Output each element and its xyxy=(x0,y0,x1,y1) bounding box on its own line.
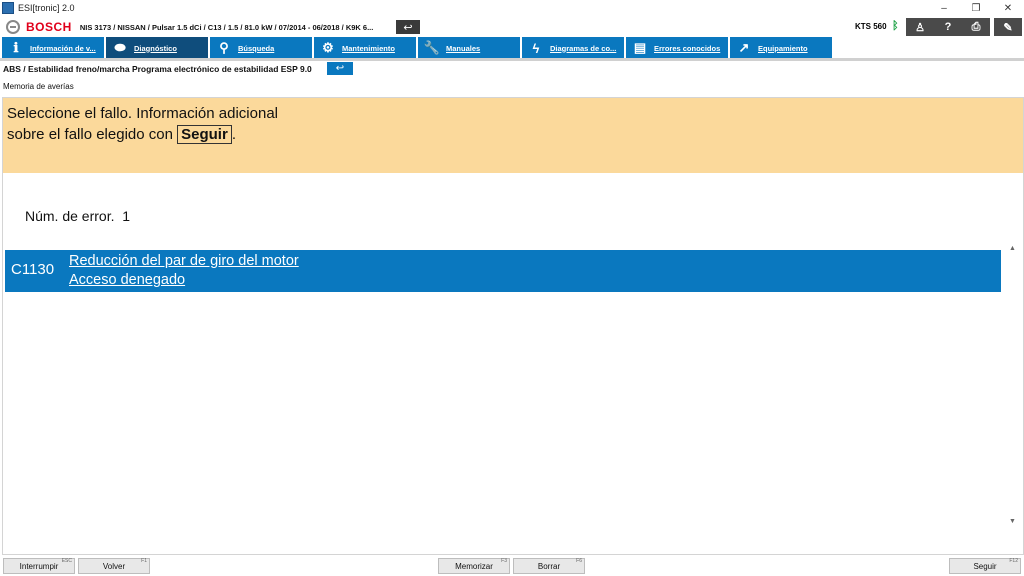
error-description: Reducción del par de giro del motor Acce… xyxy=(69,252,299,290)
breadcrumb-back-button[interactable]: ↩ xyxy=(327,62,353,75)
tab-label: Diagramas de co... xyxy=(550,43,617,53)
tab-wiring-diagrams[interactable]: ϟ Diagramas de co... xyxy=(522,37,624,59)
tab-search[interactable]: ⚲ Búsqueda xyxy=(210,37,312,59)
back-key: F1 xyxy=(141,558,147,564)
tab-label: Equipamiento xyxy=(758,43,808,53)
error-code: C1130 xyxy=(11,261,55,278)
back-label: Volver xyxy=(102,561,126,571)
instruction-line1: Seleccione el fallo. Información adicion… xyxy=(7,105,278,122)
tab-label: Errores conocidos xyxy=(654,43,721,53)
delete-button[interactable]: Borrar F6 xyxy=(513,558,585,574)
wrench-icon: 🔧 xyxy=(423,40,441,55)
book-icon: ▤ xyxy=(633,40,647,55)
save-button[interactable]: Memorizar F3 xyxy=(438,558,510,574)
tab-diagnosis[interactable]: ⬬ Diagnóstico xyxy=(106,37,208,59)
scroll-up-icon[interactable]: ▲ xyxy=(1009,245,1016,252)
tab-manuals[interactable]: 🔧 Manuales xyxy=(418,37,520,59)
gears-icon: ⚙ xyxy=(322,40,334,55)
error-count-label: Núm. de error. xyxy=(25,208,115,224)
tab-label: Diagnóstico xyxy=(134,43,177,53)
search-icon: ⚲ xyxy=(219,40,229,55)
tab-label: Búsqueda xyxy=(238,43,275,53)
error-text-line2[interactable]: Acceso denegado xyxy=(69,272,185,288)
save-key: F3 xyxy=(501,558,507,564)
bosch-armature-icon xyxy=(6,20,20,34)
continue-label: Seguir xyxy=(973,561,997,571)
restore-button[interactable]: ❐ xyxy=(960,0,992,16)
seguir-key-label: Seguir xyxy=(177,125,232,144)
tab-known-errors[interactable]: ▤ Errores conocidos xyxy=(626,37,728,59)
diagnosis-icon: ⬬ xyxy=(114,40,126,55)
breadcrumb: ABS / Estabilidad freno/marcha Programa … xyxy=(3,64,312,74)
error-row[interactable]: C1130 Reducción del par de giro del moto… xyxy=(5,250,1001,292)
continue-button[interactable]: Seguir F12 xyxy=(949,558,1021,574)
vehicle-back-button[interactable]: ↩ xyxy=(396,20,420,34)
bluetooth-icon: ᛒ xyxy=(892,20,899,32)
brand-name: BOSCH xyxy=(26,20,72,34)
main-nav: ℹ Información de v... ⬬ Diagnóstico ⚲ Bú… xyxy=(0,37,1024,59)
save-label: Memorizar xyxy=(455,561,493,571)
footer-bar: Interrumpir ESC Volver F1 Memorizar F3 B… xyxy=(0,556,1024,576)
continue-key: F12 xyxy=(1009,558,1018,564)
instruction-suffix: . xyxy=(231,126,236,143)
tab-maintenance[interactable]: ⚙ Mantenimiento xyxy=(314,37,416,59)
vertical-scrollbar[interactable]: ▲ ▼ xyxy=(1005,173,1023,554)
instruction-banner: Seleccione el fallo. Información adicion… xyxy=(3,98,1023,173)
interrupt-key: ESC xyxy=(61,558,72,564)
device-label: KTS 560 xyxy=(855,22,887,31)
tab-equipment[interactable]: ↗ Equipamiento xyxy=(730,37,832,59)
instruction-prefix: sobre el fallo elegido con xyxy=(7,126,178,143)
delete-key: F6 xyxy=(576,558,582,564)
nav-divider xyxy=(0,58,1024,61)
tab-label: Mantenimiento xyxy=(342,43,395,53)
scroll-down-icon[interactable]: ▼ xyxy=(1009,518,1016,525)
delete-label: Borrar xyxy=(537,561,561,571)
window-title: ESI[tronic] 2.0 xyxy=(18,3,75,13)
notes-button[interactable]: ✎ xyxy=(994,18,1022,36)
window-controls: – ❐ ✕ xyxy=(928,0,1024,16)
tab-label: Manuales xyxy=(446,43,481,53)
content-panel: Seleccione el fallo. Información adicion… xyxy=(2,97,1024,555)
tab-label: Información de v... xyxy=(30,43,96,53)
error-count-value: 1 xyxy=(122,208,131,224)
minimize-button[interactable]: – xyxy=(928,0,960,16)
error-count: Núm. de error. 1 xyxy=(25,208,130,224)
bosch-logo: BOSCH xyxy=(6,20,72,34)
interrupt-button[interactable]: Interrumpir ESC xyxy=(3,558,75,574)
help-button[interactable]: ? xyxy=(934,18,962,36)
print-button[interactable]: ⎙ xyxy=(962,18,990,36)
user-button[interactable]: ♙ xyxy=(906,18,934,36)
back-button[interactable]: Volver F1 xyxy=(78,558,150,574)
page-title: Memoria de averías xyxy=(3,82,74,91)
tab-vehicle-info[interactable]: ℹ Información de v... xyxy=(2,37,104,59)
close-button[interactable]: ✕ xyxy=(992,0,1024,16)
instruction-line2: sobre el fallo elegido con Seguir. xyxy=(7,124,1019,145)
error-text-line1[interactable]: Reducción del par de giro del motor xyxy=(69,253,299,269)
top-bar: BOSCH NIS 3173 / NISSAN / Pulsar 1.5 dCi… xyxy=(0,17,1024,37)
title-bar: ESI[tronic] 2.0 – ❐ ✕ xyxy=(0,0,1024,16)
info-icon: ℹ xyxy=(13,40,19,55)
app-icon xyxy=(2,2,14,14)
interrupt-label: Interrumpir xyxy=(19,561,59,571)
external-icon: ↗ xyxy=(738,40,750,55)
lightning-icon: ϟ xyxy=(532,40,540,56)
vehicle-info: NIS 3173 / NISSAN / Pulsar 1.5 dCi / C13… xyxy=(79,22,374,32)
